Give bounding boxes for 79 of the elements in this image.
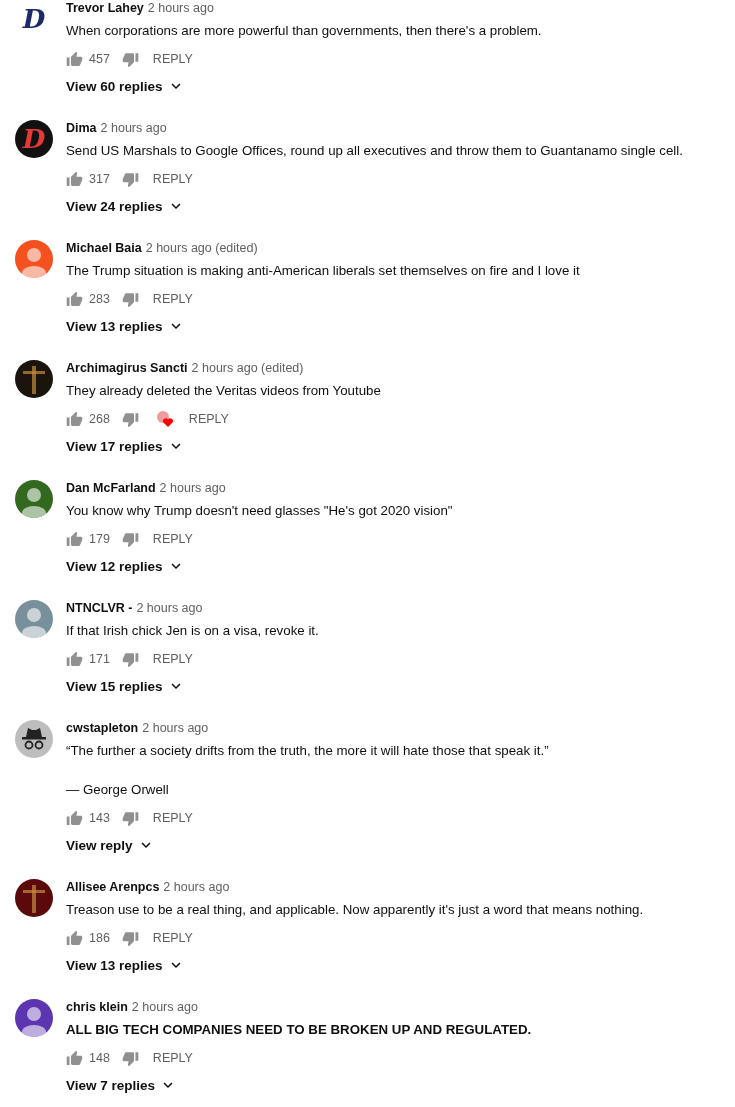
comment-text: — George Orwell [66,781,170,799]
like-count: 171 [89,652,110,666]
reply-button[interactable]: REPLY [152,811,193,825]
dislike-icon[interactable] [121,50,139,68]
like-icon[interactable] [66,650,83,668]
comment-time[interactable]: 2 hours ago (edited) [145,241,258,255]
comment-text: When corporations are more powerful than governments, then there's a problem. [66,22,542,40]
like-count: 457 [89,52,110,66]
comment-text: The Trump situation is making anti-American liberals set themselves on fire and I love it [66,262,580,280]
reply-button[interactable]: REPLY [152,1051,193,1065]
reply-button[interactable]: REPLY [188,412,229,426]
view-replies-button[interactable]: View 13 replies [66,955,185,975]
author-name[interactable]: Dima [66,121,97,135]
comment-time[interactable]: 2 hours ago [136,601,203,615]
reply-button[interactable]: REPLY [152,532,193,546]
comment-text: Treason use to be a real thing, and applicable. Now apparently it's just a word that means nothing. [66,901,644,919]
view-replies-button[interactable]: View 7 replies [66,1075,178,1095]
author-name[interactable]: Archimagirus Sancti [66,361,188,375]
comment-time[interactable]: 2 hours ago [163,880,230,894]
avatar-logo[interactable]: D [15,120,53,158]
comment-text: “The further a society drifts from the truth, the more it will hate those that speak it.” [66,742,549,760]
author-name[interactable]: Dan McFarland [66,481,156,495]
avatar[interactable] [15,720,53,758]
avatar[interactable] [15,360,53,398]
like-count: 143 [89,811,110,825]
dislike-icon[interactable] [121,1049,139,1067]
reply-button[interactable]: REPLY [152,652,193,666]
view-replies-button[interactable]: View 15 replies [66,676,185,696]
comment-text: ALL BIG TECH COMPANIES NEED TO BE BROKEN UP AND REGULATED. [66,1021,532,1039]
like-icon[interactable] [66,530,83,548]
like-count: 317 [89,172,110,186]
dislike-icon[interactable] [121,650,139,668]
view-replies-button[interactable]: View 17 replies [66,436,185,456]
like-count: 186 [89,931,110,945]
avatar[interactable] [15,999,53,1037]
comment-text: If that Irish chick Jen is on a visa, revoke it. [66,622,319,640]
like-icon[interactable] [66,290,83,308]
author-name[interactable]: Michael Baia [66,241,142,255]
like-icon[interactable] [66,50,83,68]
author-name[interactable]: NTNCLVR - [66,601,133,615]
comment-text: You know why Trump doesn't need glasses "He's got 2020 vision" [66,502,453,520]
like-count: 179 [89,532,110,546]
avatar[interactable] [15,480,53,518]
dislike-icon[interactable] [121,410,139,428]
avatar[interactable] [15,879,53,917]
reply-button[interactable]: REPLY [152,172,193,186]
view-replies-button[interactable]: View 12 replies [66,556,185,576]
author-name[interactable]: chris klein [66,1000,128,1014]
comment-text: They already deleted the Veritas videos from Youtube [66,382,381,400]
view-replies-button[interactable]: View 24 replies [66,196,185,216]
author-name[interactable]: cwstapleton [66,721,139,735]
comment-time[interactable]: 2 hours ago [100,121,167,135]
dislike-icon[interactable] [121,170,139,188]
dislike-icon[interactable] [121,530,139,548]
comment-time[interactable]: 2 hours ago (edited) [191,361,304,375]
comment-time[interactable]: 2 hours ago [131,1000,198,1014]
like-count: 268 [89,412,110,426]
like-count: 283 [89,292,110,306]
dislike-icon[interactable] [121,929,139,947]
dislike-icon[interactable] [121,290,139,308]
like-icon[interactable] [66,929,83,947]
comment-time[interactable]: 2 hours ago [147,1,214,15]
reply-button[interactable]: REPLY [152,292,193,306]
view-replies-button[interactable]: View 13 replies [66,316,185,336]
comment-time[interactable]: 2 hours ago [142,721,209,735]
like-icon[interactable] [66,809,83,827]
like-icon[interactable] [66,410,83,428]
like-icon[interactable] [66,1049,83,1067]
author-name[interactable]: Trevor Lahey [66,1,144,15]
dislike-icon[interactable] [121,809,139,827]
view-replies-button[interactable]: View reply [66,835,155,855]
author-name[interactable]: Allisee Arenpcs [66,880,160,894]
like-icon[interactable] [66,170,83,188]
view-replies-button[interactable]: View 60 replies [66,76,185,96]
comment-text: Send US Marshals to Google Offices, round up all executives and throw them to Guantanamo single cell. [66,142,683,160]
like-count: 148 [89,1051,110,1065]
reply-button[interactable]: REPLY [152,52,193,66]
comment-time[interactable]: 2 hours ago [159,481,226,495]
reply-button[interactable]: REPLY [152,931,193,945]
